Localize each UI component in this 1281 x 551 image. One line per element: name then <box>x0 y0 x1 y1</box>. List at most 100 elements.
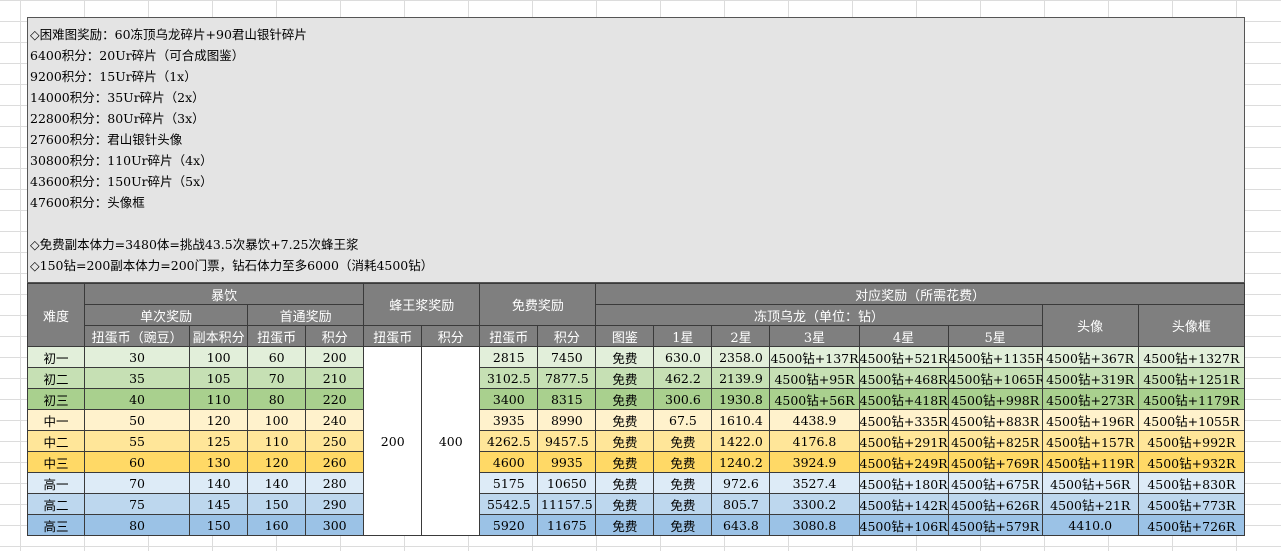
cell: 4500钻+367R <box>1041 346 1139 368</box>
reward-table: 难度 暴饮 蜂王浆奖励 免费奖励 对应奖励（所需花费） 单次奖励 首通奖励 冻顶… <box>26 283 1246 536</box>
cell: 4500钻+335R <box>858 409 949 431</box>
cell: 免费 <box>653 472 713 494</box>
header-sub: 扭蛋币 <box>479 325 539 347</box>
cell: 2139.9 <box>711 367 771 389</box>
table-row: 中三 60 130 120 260 4600 9935 免费 免费 1240.2 3924.9 450… <box>26 451 1246 473</box>
cell: 9457.5 <box>537 430 597 452</box>
cell: 免费 <box>595 493 655 515</box>
row-level: 高二 <box>26 493 86 515</box>
cell: 4500钻+137R <box>769 346 860 368</box>
cell: 280 <box>305 472 365 494</box>
cell: 4438.9 <box>769 409 860 431</box>
cell: 免费 <box>595 472 655 494</box>
cell: 300.6 <box>653 388 713 410</box>
cell: 免费 <box>653 451 713 473</box>
cell: 250 <box>305 430 365 452</box>
note-line: ◇免费副本体力=3480体=挑战43.5次暴饮+7.25次蜂王浆 <box>30 237 359 252</box>
cell: 805.7 <box>711 493 771 515</box>
cell: 125 <box>189 430 249 452</box>
row-level: 初二 <box>26 367 86 389</box>
header-single-reward: 单次奖励 <box>84 304 249 326</box>
cell: 4500钻+992R <box>1137 430 1246 452</box>
cell: 70 <box>247 367 307 389</box>
cell: 240 <box>305 409 365 431</box>
cell: 70 <box>84 472 191 494</box>
cell: 40 <box>84 388 191 410</box>
header-sub: 2星 <box>711 325 771 347</box>
table-row: 初一 30 100 60 200 200 400 2815 7450 免费 630.0 2358.0 4… <box>26 346 1246 536</box>
cell: 462.2 <box>653 367 713 389</box>
cell: 4500钻+21R <box>1041 493 1139 515</box>
cell: 5175 <box>479 472 539 494</box>
cell: 120 <box>189 409 249 431</box>
cell: 4410.0 <box>1041 514 1139 536</box>
cell: 3300.2 <box>769 493 860 515</box>
cell: 4500钻+95R <box>769 367 860 389</box>
cell: 220 <box>305 388 365 410</box>
cell: 11675 <box>537 514 597 536</box>
cell: 150 <box>247 493 307 515</box>
header-fengwang: 蜂王浆奖励 <box>363 283 481 326</box>
cell: 4500钻+932R <box>1137 451 1246 473</box>
cell: 140 <box>189 472 249 494</box>
cell: 1610.4 <box>711 409 771 431</box>
cell: 1422.0 <box>711 430 771 452</box>
cell: 3935 <box>479 409 539 431</box>
note-line: 47600积分：头像框 <box>30 195 145 210</box>
cell: 7450 <box>537 346 597 368</box>
cell: 3924.9 <box>769 451 860 473</box>
header-sub: 4星 <box>858 325 949 347</box>
cell: 免费 <box>653 514 713 536</box>
table-row: 高三 80 150 160 300 5920 11675 免费 免费 643.8 3080.8 450… <box>26 514 1246 536</box>
cell: 150 <box>189 514 249 536</box>
row-level: 高一 <box>26 472 86 494</box>
cell: 100 <box>189 346 249 368</box>
cell: 免费 <box>595 346 655 368</box>
note-line: 43600积分：150Ur碎片（5x） <box>30 174 213 189</box>
note-line: 22800积分：80Ur碎片（3x） <box>30 111 205 126</box>
header-row-2: 单次奖励 首通奖励 冻顶乌龙（单位：钻） 头像 头像框 <box>28 304 1246 347</box>
note-line: 30800积分：110Ur碎片（4x） <box>30 153 213 168</box>
row-level: 中一 <box>26 409 86 431</box>
cell: 50 <box>84 409 191 431</box>
header-sub: 积分 <box>421 325 481 347</box>
cell: 4500钻+196R <box>1041 409 1139 431</box>
cell: 免费 <box>595 430 655 452</box>
cell: 4500钻+1065R <box>947 367 1043 389</box>
cell: 4500钻+249R <box>858 451 949 473</box>
fengwang-coin: 200 <box>363 346 423 536</box>
table-row: 中二 55 125 110 250 4262.5 9457.5 免费 免费 1422.0 4176.… <box>26 430 1246 452</box>
cell: 67.5 <box>653 409 713 431</box>
header-sub: 积分 <box>537 325 597 347</box>
cell: 4500钻+830R <box>1137 472 1246 494</box>
cell: 55 <box>84 430 191 452</box>
cell: 4500钻+157R <box>1041 430 1139 452</box>
cell: 4500钻+773R <box>1137 493 1246 515</box>
header-oolong: 冻顶乌龙（单位：钻） <box>595 304 1043 326</box>
cell: 3102.5 <box>479 367 539 389</box>
cell: 160 <box>247 514 307 536</box>
cell: 4500钻+291R <box>858 430 949 452</box>
header-sub: 扭蛋币 <box>363 325 423 347</box>
table-row: 中一 50 120 100 240 3935 8990 免费 67.5 1610.4 4438.9 4… <box>26 409 1246 431</box>
cell: 7877.5 <box>537 367 597 389</box>
cell: 1240.2 <box>711 451 771 473</box>
cell: 免费 <box>595 367 655 389</box>
cell: 110 <box>247 430 307 452</box>
cell: 4500钻+106R <box>858 514 949 536</box>
cell: 290 <box>305 493 365 515</box>
header-free-reward: 免费奖励 <box>479 283 597 326</box>
header-first-reward: 首通奖励 <box>247 304 365 326</box>
cell: 4600 <box>479 451 539 473</box>
fengwang-points: 400 <box>421 346 481 536</box>
cell: 免费 <box>595 409 655 431</box>
cell: 260 <box>305 451 365 473</box>
cell: 4500钻+726R <box>1137 514 1246 536</box>
table-row: 高二 75 145 150 290 5542.5 11157.5 免费 免费 805.7 3300.… <box>26 493 1246 515</box>
cell: 3080.8 <box>769 514 860 536</box>
row-level: 中三 <box>26 451 86 473</box>
cell: 4176.8 <box>769 430 860 452</box>
header-sub: 3星 <box>769 325 860 347</box>
note-line: ◇150钻=200副本体力=200门票，钻石体力至多6000（消耗4500钻） <box>30 258 434 273</box>
cell: 80 <box>84 514 191 536</box>
